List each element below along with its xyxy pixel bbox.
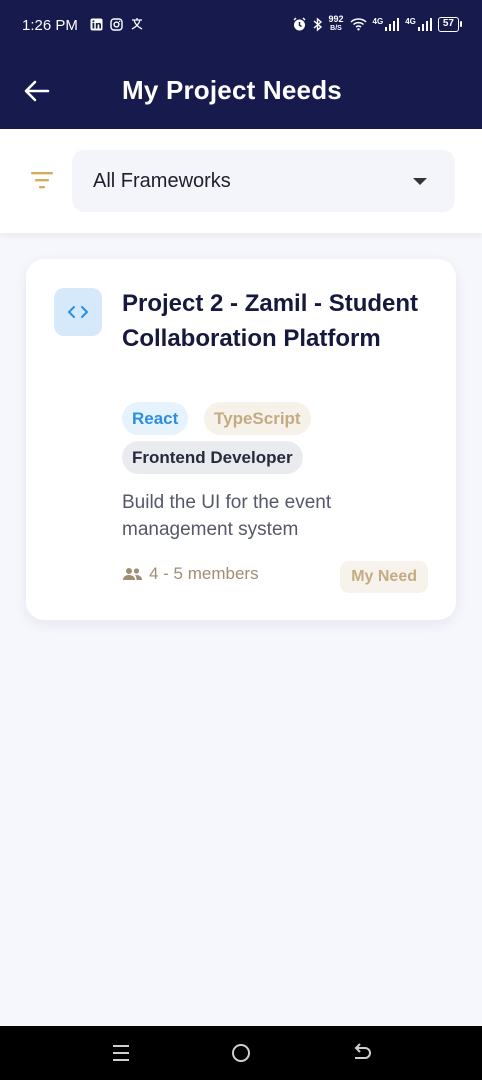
group-icon (123, 568, 142, 580)
home-button[interactable] (228, 1040, 254, 1066)
translate-icon (130, 17, 144, 31)
instagram-icon (110, 17, 123, 31)
project-card[interactable]: Project 2 - Zamil - Student Collaboratio… (26, 259, 456, 620)
filter-icon[interactable] (29, 169, 55, 191)
signal-icon (385, 17, 400, 31)
bluetooth-icon (313, 16, 323, 32)
signal-icon (417, 17, 432, 31)
page-title: My Project Needs (122, 75, 342, 105)
wifi-icon (350, 17, 367, 31)
system-nav-bar (0, 1026, 482, 1080)
members-info: 4 - 5 members (122, 564, 259, 584)
framework-select-value: All Frameworks (93, 170, 231, 192)
back-nav-icon (354, 1043, 371, 1059)
nav-back-button[interactable] (349, 1040, 375, 1066)
app-bar: My Project Needs (0, 52, 482, 129)
home-icon (232, 1044, 250, 1062)
network-label-1: 4G (372, 16, 384, 26)
network-label-2: 4G (405, 16, 416, 26)
project-title: Project 2 - Zamil - Student Collaboratio… (122, 290, 419, 352)
arrow-left-icon (24, 80, 50, 102)
role-chip: Frontend Developer (122, 441, 303, 474)
recent-apps-icon (113, 1045, 129, 1061)
linkedin-icon (90, 18, 103, 31)
status-time: 1:26 PM (22, 17, 78, 34)
members-count: 4 - 5 members (149, 564, 259, 583)
back-button[interactable] (22, 76, 52, 106)
chevron-down-icon (413, 178, 427, 185)
code-icon (54, 288, 102, 336)
status-badge: My Need (340, 561, 428, 593)
net-speed: 992 B/S (328, 14, 344, 33)
tag-react: React (122, 402, 189, 435)
filter-section: All Frameworks (0, 129, 482, 233)
alarm-icon (292, 17, 307, 32)
recent-apps-button[interactable] (108, 1040, 134, 1066)
project-description: Build the UI for the event management sy… (122, 492, 332, 540)
status-bar: 1:26 PM 992 B/S 4G 4G 57 (0, 0, 482, 52)
tag-typescript: TypeScript (204, 402, 311, 435)
framework-select[interactable]: All Frameworks (72, 150, 455, 212)
battery-icon: 57 (437, 16, 462, 32)
battery-level: 57 (437, 16, 459, 32)
